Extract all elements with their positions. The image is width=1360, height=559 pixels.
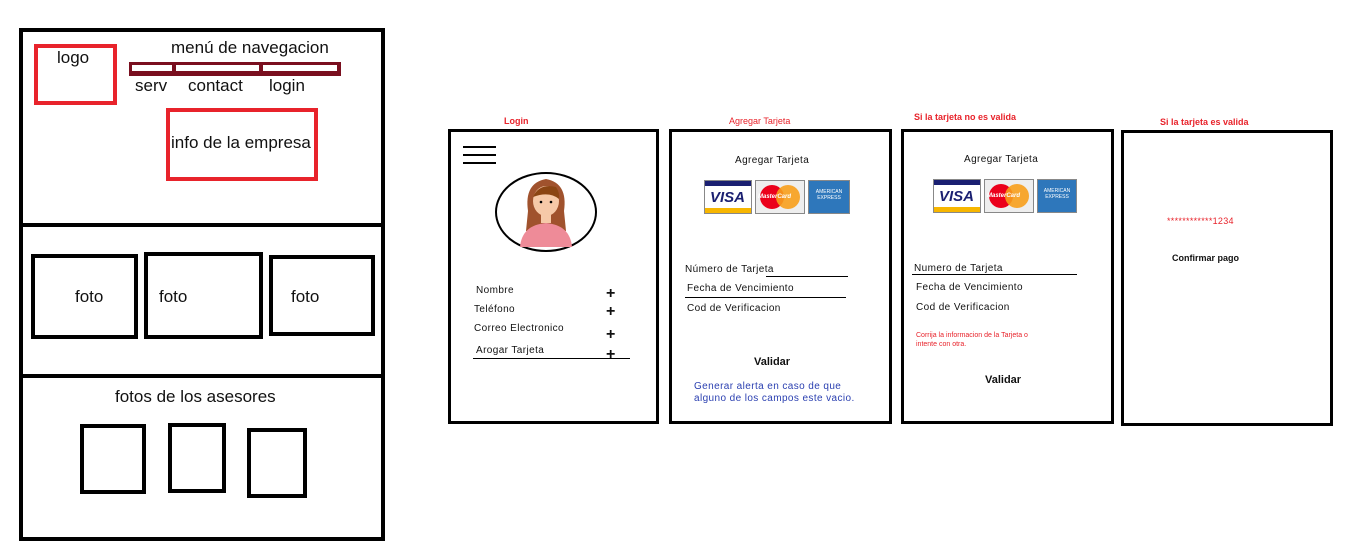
- invalid-card-caption: Si la tarjeta no es valida: [914, 112, 1017, 122]
- invalid-card-number-underline: [912, 274, 1077, 275]
- nav-item-contact[interactable]: contact: [188, 76, 243, 96]
- nav-title: menú de navegacion: [171, 38, 329, 57]
- amex-card-icon: AMERICAN EXPRESS: [1037, 179, 1077, 213]
- invalid-card-error-line2: intente con otra.: [916, 341, 967, 348]
- plus-icon[interactable]: +: [606, 347, 615, 363]
- invalid-card-error-line1: Corrija la informacion de la Tarjeta o: [916, 332, 1028, 339]
- mastercard-icon: MasterCard: [755, 180, 805, 214]
- advisors-title: fotos de los asesores: [115, 387, 276, 406]
- card-brands: VISA MasterCard AMERICAN EXPRESS: [704, 180, 850, 214]
- photo-label-2: foto: [159, 287, 188, 306]
- add-card-expiry-underline: [685, 297, 846, 298]
- advisor-box-3: [247, 428, 307, 498]
- invalid-card-field-cvv[interactable]: Cod de Verificacion: [916, 302, 1010, 313]
- add-card-heading: Agregar Tarjeta: [735, 155, 810, 166]
- login-caption: Login: [504, 116, 529, 126]
- nav-item-login[interactable]: login: [269, 76, 305, 96]
- add-card-field-cvv[interactable]: Cod de Verificacion: [687, 303, 781, 314]
- photo-label-1: foto: [75, 287, 104, 306]
- mastercard-icon: MasterCard: [984, 179, 1034, 213]
- invalid-card-field-expiry[interactable]: Fecha de Vencimiento: [916, 282, 1023, 293]
- company-info-label: info de la empresa: [171, 133, 311, 152]
- visa-card-icon: VISA: [704, 180, 752, 214]
- photo-box-3: [269, 255, 375, 336]
- nav-bar: [129, 62, 341, 76]
- advisor-box-2: [168, 423, 226, 493]
- valid-card-caption: Si la tarjeta es valida: [1160, 117, 1249, 127]
- masked-card-number: ************1234: [1167, 216, 1234, 226]
- card-brands: VISA MasterCard AMERICAN EXPRESS: [933, 179, 1077, 213]
- plus-icon[interactable]: +: [606, 304, 615, 320]
- photo-label-3: foto: [291, 287, 320, 306]
- login-field-email[interactable]: Correo Electronico: [474, 323, 564, 334]
- add-card-field-expiry[interactable]: Fecha de Vencimiento: [687, 283, 794, 294]
- login-field-name[interactable]: Nombre: [476, 285, 514, 296]
- add-card-note-line1: Generar alerta en caso de que: [694, 381, 842, 392]
- validate-button[interactable]: Validar: [754, 356, 790, 368]
- hamburger-menu-icon[interactable]: [463, 146, 498, 166]
- valid-card-screen: [1121, 130, 1333, 426]
- invalid-card-heading: Agregar Tarjeta: [964, 154, 1039, 165]
- add-card-field-number[interactable]: Número de Tarjeta: [685, 264, 774, 275]
- validate-button[interactable]: Validar: [985, 374, 1021, 386]
- invalid-card-field-number[interactable]: Numero de Tarjeta: [914, 263, 1003, 274]
- confirm-payment-button[interactable]: Confirmar pago: [1172, 253, 1239, 263]
- login-field-phone[interactable]: Teléfono: [474, 304, 515, 315]
- visa-card-icon: VISA: [933, 179, 981, 213]
- nav-item-serv[interactable]: serv: [135, 76, 167, 96]
- plus-icon[interactable]: +: [606, 286, 615, 302]
- add-card-note-line2: alguno de los campos este vacio.: [694, 393, 855, 404]
- login-field-add-card[interactable]: Arogar Tarjeta: [476, 345, 544, 356]
- advisor-box-1: [80, 424, 146, 494]
- user-avatar-icon: [494, 171, 598, 253]
- add-card-caption: Agregar Tarjeta: [729, 116, 791, 126]
- add-card-number-underline: [766, 276, 848, 277]
- logo-label: logo: [57, 48, 90, 67]
- plus-icon[interactable]: +: [606, 327, 615, 343]
- amex-card-icon: AMERICAN EXPRESS: [808, 180, 850, 214]
